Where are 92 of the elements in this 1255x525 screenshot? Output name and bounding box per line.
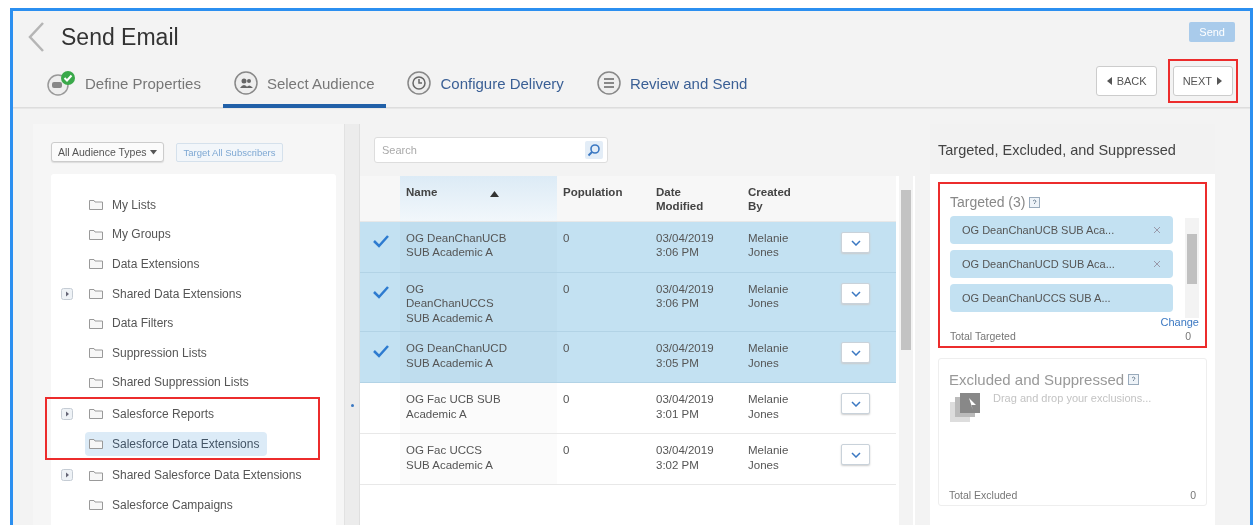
column-header[interactable]: Created By xyxy=(742,176,825,221)
total-value: 0 xyxy=(1185,330,1191,342)
folder-item[interactable]: Salesforce Reports xyxy=(85,401,223,426)
chevron-down-icon xyxy=(850,451,861,458)
chevron-down-icon xyxy=(850,349,861,356)
change-link[interactable]: Change xyxy=(1160,316,1199,328)
folder-icon xyxy=(89,499,103,511)
total-label: Total Targeted xyxy=(950,330,1016,342)
folder-icon xyxy=(89,469,103,481)
back-chevron-icon xyxy=(27,21,45,53)
search-icon xyxy=(585,141,603,159)
folder-item[interactable]: My Lists xyxy=(85,192,164,217)
step-tab[interactable]: Select Audience xyxy=(222,62,387,108)
column-header[interactable]: Date Modified xyxy=(650,176,742,221)
folder-item[interactable]: Data Filters xyxy=(85,311,182,336)
table-cell-text: 03/04/2019 3:06 PM xyxy=(655,282,715,312)
column-header[interactable]: Population xyxy=(557,176,650,221)
table-cell-text: 0 xyxy=(562,341,571,357)
table-cell-text: Melanie Jones xyxy=(747,282,790,312)
row-menu-button[interactable] xyxy=(841,393,870,415)
folder-item[interactable]: Data Extensions xyxy=(85,252,208,276)
table-cell: OG Fac UCB SUB Academic A xyxy=(400,383,557,434)
folder-icon xyxy=(89,199,103,211)
folder-item[interactable]: Shared Data Extensions xyxy=(85,281,250,306)
help-icon xyxy=(1128,374,1140,385)
folder-icon xyxy=(89,347,103,359)
total-value: 0 xyxy=(1190,489,1196,501)
row-menu-button[interactable] xyxy=(841,232,870,253)
step-tab[interactable]: Define Properties xyxy=(33,62,213,108)
row-menu-button[interactable] xyxy=(841,342,870,364)
table-cell-text: 0 xyxy=(562,231,571,246)
sort-ascending-icon xyxy=(490,191,499,197)
section-heading: Targeted (3) xyxy=(950,194,1026,210)
table-cell-text: 03/04/2019 3:01 PM xyxy=(655,392,715,422)
folder-icon xyxy=(89,258,103,270)
table-cell-text: 03/04/2019 3:02 PM xyxy=(655,443,715,473)
scrollbar[interactable] xyxy=(1185,218,1199,318)
next-button[interactable]: NEXT xyxy=(1172,66,1233,96)
search-field[interactable]: Search xyxy=(374,137,608,163)
table-cell-text: 0 xyxy=(562,282,571,297)
triangle-icon xyxy=(1105,76,1113,86)
total-label: Total Excluded xyxy=(949,489,1018,501)
column-header[interactable]: Name xyxy=(400,176,557,221)
folder-icon xyxy=(89,438,103,450)
table-cell-text: Melanie Jones xyxy=(747,443,790,473)
triangle-icon xyxy=(1216,76,1223,86)
page-title: Send Email xyxy=(61,23,179,51)
table-cell-text: 0 xyxy=(562,443,571,459)
audience-chip[interactable]: OG DeanChanUCB SUB Aca... xyxy=(950,216,1173,244)
table-cell: OG DeanChanUCD SUB Academic A xyxy=(400,332,557,383)
row-menu-button[interactable] xyxy=(841,444,870,466)
chevron-down-icon xyxy=(850,239,861,246)
step-tab[interactable]: Review and Send xyxy=(585,62,760,108)
splitter-bar[interactable] xyxy=(345,124,360,525)
folder-icon xyxy=(89,408,103,420)
list-icon xyxy=(595,70,622,96)
audience-chip[interactable]: OG DeanChanUCCS SUB A... xyxy=(950,284,1173,312)
table-cell-text: Melanie Jones xyxy=(747,341,790,371)
help-icon xyxy=(1029,196,1041,208)
folder-item[interactable]: Suppression Lists xyxy=(85,340,215,365)
back-button[interactable]: BACK xyxy=(1095,66,1157,96)
caret-icon xyxy=(149,149,157,155)
clock-icon xyxy=(406,70,433,96)
row-menu-button[interactable] xyxy=(841,283,870,304)
section-heading: Excluded and Suppressed xyxy=(949,371,1125,388)
folder-item[interactable]: Salesforce Campaigns xyxy=(85,492,241,517)
audience-chip[interactable]: OG DeanChanUCD SUB Aca... xyxy=(950,250,1173,278)
stacked-pages-icon xyxy=(949,392,983,424)
table-cell-text: 0 xyxy=(562,392,571,408)
folder-icon xyxy=(89,228,103,240)
folder-item[interactable]: Salesforce Data Extensions xyxy=(85,431,268,456)
audience-type-dropdown[interactable]: All Audience Types xyxy=(51,142,164,162)
folder-icon xyxy=(89,376,103,388)
drop-hint: Drag and drop your exclusions... xyxy=(993,392,1152,406)
panel-title: Targeted, Excluded, and Suppressed xyxy=(930,124,1215,174)
folder-icon xyxy=(89,317,103,329)
people-icon xyxy=(232,70,259,96)
folder-item[interactable]: My Groups xyxy=(85,222,179,247)
table-cell-text: Melanie Jones xyxy=(747,392,790,422)
scrollbar[interactable] xyxy=(899,176,913,525)
table-cell-text: Melanie Jones xyxy=(747,231,790,261)
chevron-down-icon xyxy=(850,290,861,297)
table-cell: OG DeanChanUCCS SUB Academic A xyxy=(400,273,557,332)
chevron-down-icon xyxy=(850,400,861,407)
table-cell: OG Fac UCCS SUB Academic A xyxy=(400,434,557,485)
table-cell: OG DeanChanUCB SUB Academic A xyxy=(400,222,557,272)
step-tab[interactable]: Configure Delivery xyxy=(396,62,576,108)
folder-icon xyxy=(89,288,103,300)
folder-item[interactable]: Shared Salesforce Data Extensions xyxy=(85,463,310,488)
table-cell-text: 03/04/2019 3:06 PM xyxy=(655,231,715,261)
folder-item[interactable]: Shared Suppression Lists xyxy=(85,370,257,395)
table-cell-text: 03/04/2019 3:05 PM xyxy=(655,341,715,371)
